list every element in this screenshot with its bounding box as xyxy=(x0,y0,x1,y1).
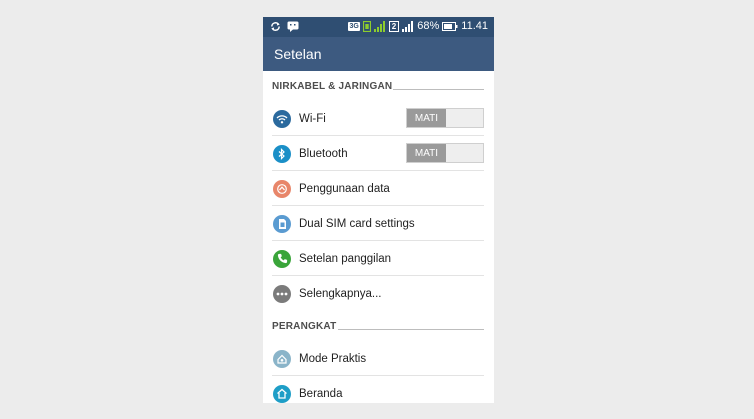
settings-item-label: Bluetooth xyxy=(299,147,348,160)
battery-percent: 68% xyxy=(417,20,440,32)
settings-item-label: Wi-Fi xyxy=(299,112,326,125)
sim2-badge: 2 xyxy=(388,21,400,32)
settings-item-label: Penggunaan data xyxy=(299,182,390,195)
network-badge: 3G xyxy=(348,22,360,31)
phone-screen: 3G 2 68% 11.41 Setelan NIRKABEL & JARING… xyxy=(263,17,494,403)
wifi-toggle-state: MATI xyxy=(407,109,446,127)
page-title: Setelan xyxy=(274,46,322,62)
settings-item-label: Selengkapnya... xyxy=(299,287,382,300)
settings-item-label: Beranda xyxy=(299,387,343,400)
sync-icon xyxy=(270,20,281,33)
network-3g-icon: 3G xyxy=(348,20,360,33)
section-title-wireless: NIRKABEL & JARINGAN xyxy=(272,81,393,92)
settings-item-wifi[interactable]: Wi-Fi MATI xyxy=(263,101,494,136)
chat-icon xyxy=(287,20,299,33)
section-divider xyxy=(338,329,484,330)
settings-item-data-usage[interactable]: Penggunaan data xyxy=(263,171,494,206)
easy-mode-icon xyxy=(273,349,291,368)
settings-item-label: Mode Praktis xyxy=(299,352,367,365)
wifi-icon xyxy=(273,109,291,128)
section-divider xyxy=(393,89,484,90)
status-bar: 3G 2 68% 11.41 xyxy=(263,17,494,37)
data-usage-icon xyxy=(273,179,291,198)
settings-item-call-settings[interactable]: Setelan panggilan xyxy=(263,241,494,276)
battery-icon xyxy=(442,20,458,33)
sim2-icon: 2 xyxy=(388,20,400,33)
phone-icon xyxy=(273,249,291,268)
settings-item-label: Setelan panggilan xyxy=(299,252,392,265)
settings-item-bluetooth[interactable]: Bluetooth MATI xyxy=(263,136,494,171)
settings-item-home[interactable]: Beranda xyxy=(263,376,494,403)
settings-item-more[interactable]: Selengkapnya... xyxy=(263,276,494,311)
app-bar: Setelan xyxy=(263,37,494,71)
clock: 11.41 xyxy=(461,20,488,32)
settings-item-easy-mode[interactable]: Mode Praktis xyxy=(263,341,494,376)
sim1-icon xyxy=(362,20,371,33)
signal-sim2-icon xyxy=(402,20,414,33)
wifi-toggle[interactable]: MATI xyxy=(406,108,484,128)
sim-card-icon xyxy=(273,214,291,233)
bluetooth-toggle-state: MATI xyxy=(407,144,446,162)
bluetooth-icon xyxy=(273,144,291,163)
section-header-wireless: NIRKABEL & JARINGAN xyxy=(263,71,494,101)
home-icon xyxy=(273,384,291,403)
more-dots-icon xyxy=(273,284,291,303)
section-header-device: PERANGKAT xyxy=(263,311,494,341)
settings-item-dual-sim[interactable]: Dual SIM card settings xyxy=(263,206,494,241)
bluetooth-toggle[interactable]: MATI xyxy=(406,143,484,163)
settings-item-label: Dual SIM card settings xyxy=(299,217,415,230)
section-title-device: PERANGKAT xyxy=(272,321,337,332)
signal-sim1-icon xyxy=(373,20,386,33)
